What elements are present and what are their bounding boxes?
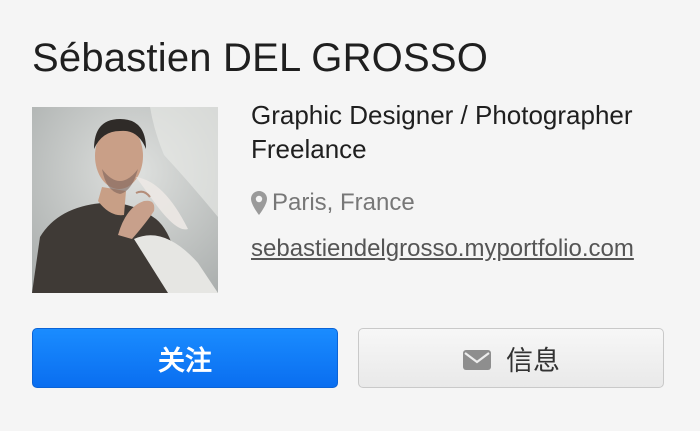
envelope-icon bbox=[462, 347, 492, 370]
message-button[interactable]: 信息 bbox=[358, 328, 664, 388]
location-text: Paris, France bbox=[272, 189, 415, 216]
profile-location: Paris, France bbox=[251, 188, 671, 218]
message-button-label: 信息 bbox=[506, 345, 560, 376]
follow-button[interactable]: 关注 bbox=[32, 328, 338, 388]
profile-avatar bbox=[32, 107, 218, 293]
profile-info: Graphic Designer / Photographer Freelanc… bbox=[251, 98, 671, 264]
website-link[interactable]: sebastiendelgrosso.myportfolio.com bbox=[251, 234, 656, 264]
profile-role: Graphic Designer / Photographer bbox=[251, 100, 633, 130]
map-pin-icon bbox=[251, 191, 267, 215]
profile-status: Freelance bbox=[251, 134, 367, 164]
profile-name: Sébastien DEL GROSSO bbox=[32, 36, 489, 80]
follow-button-label: 关注 bbox=[158, 345, 212, 376]
